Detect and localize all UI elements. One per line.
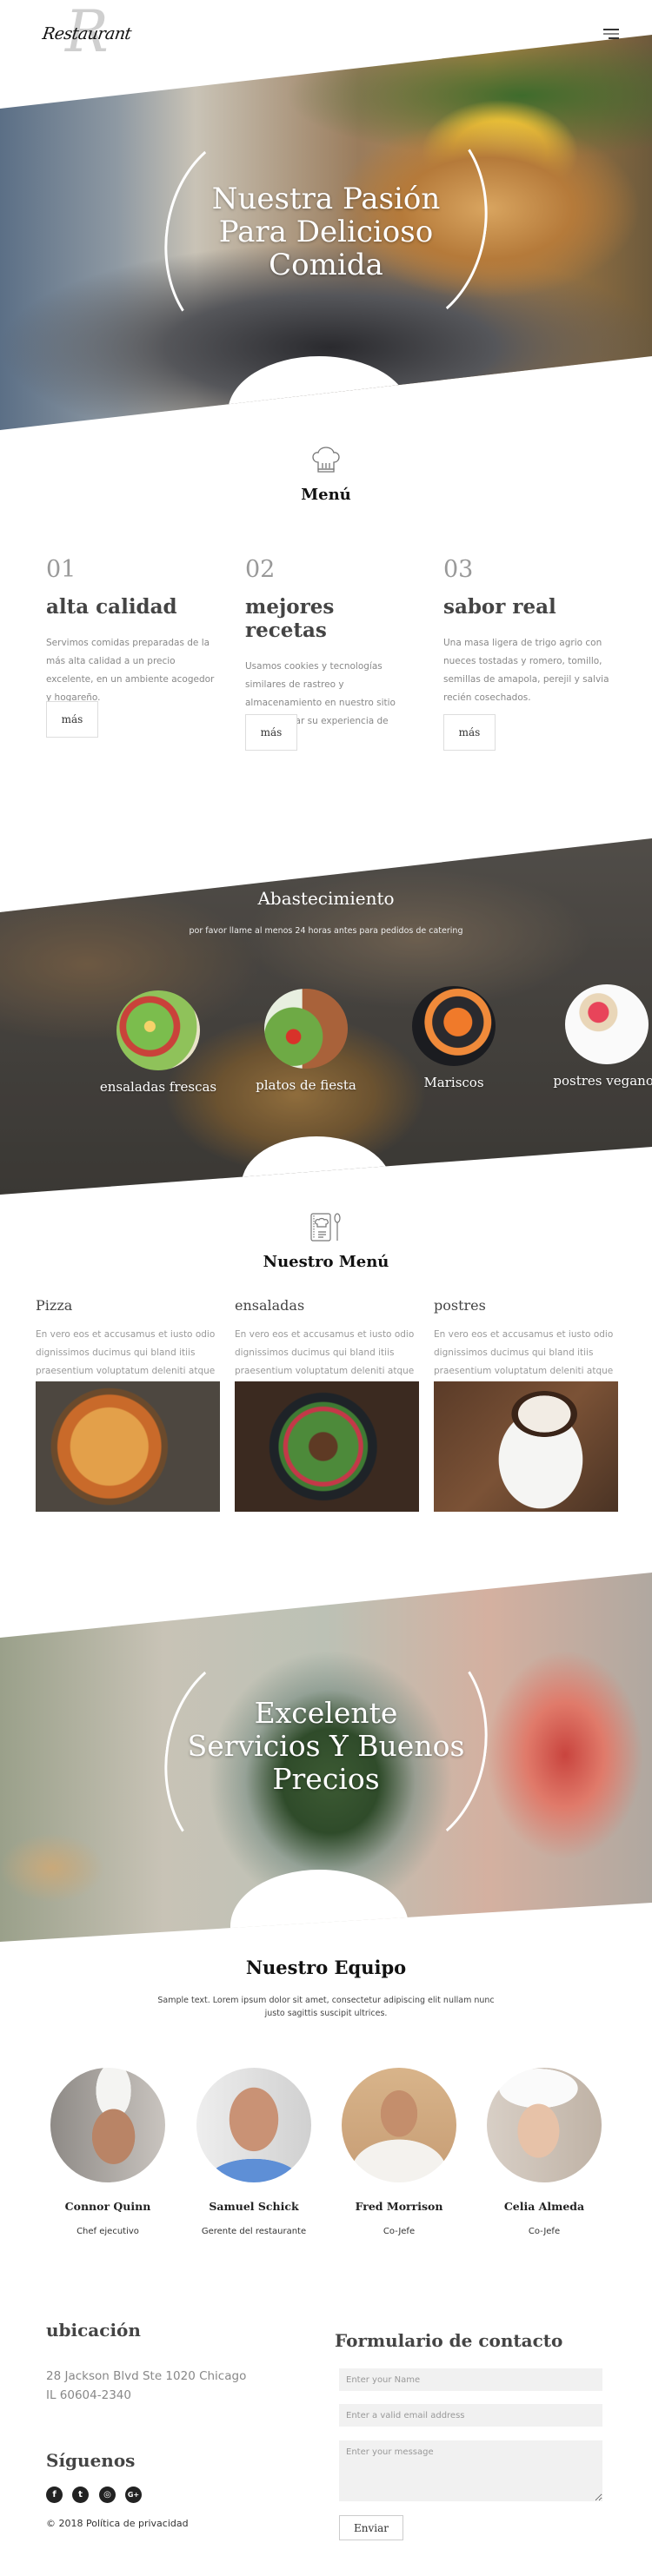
services-banner: Excelente Servicios Y Buenos Precios [0,1573,652,1942]
vegan-desserts-image [565,984,649,1064]
message-input[interactable] [339,2440,602,2501]
catering-item[interactable]: platos de fiesta [236,989,376,1093]
send-button[interactable]: Enviar [339,2515,403,2540]
feature-title: mejores recetas [245,595,335,642]
catering-title: Abastecimiento [257,888,395,909]
catering-item-label: platos de fiesta [256,1077,356,1093]
hero-title: Nuestra Pasión Para Delicioso Comida [211,182,441,282]
member-role: Gerente del restaurante [201,2227,307,2236]
dish-title: Pizza [36,1297,73,1314]
hamburger-icon-line [609,37,619,39]
catering-item-label: ensaladas frescas [99,1079,217,1095]
google-plus-icon[interactable]: G+ [125,2487,142,2503]
member-photo [487,2068,602,2182]
feature-desc: Servimos comidas preparadas de la más al… [46,638,215,703]
feature-card: 01 alta calidad Servimos comidas prepara… [46,556,220,707]
party-dishes-image [264,989,348,1069]
address-line-2: IL 60604-2340 [46,2388,131,2402]
hamburger-icon [603,29,619,30]
catering-item-label: Mariscos [423,1075,484,1090]
member-name: Samuel Schick [209,2200,299,2213]
member-role: Co-Jefe [528,2227,561,2236]
feature-title: alta calidad [46,595,177,619]
member-photo [50,2068,165,2182]
team-title: Nuestro Equipo [245,1957,407,1978]
hamburger-icon-line [603,33,619,35]
feature-number: 03 [443,556,474,583]
catering-item[interactable]: Mariscos [384,986,523,1090]
team-member: Connor Quinn Chef ejecutivo [43,2068,173,2236]
facebook-icon[interactable]: f [46,2487,63,2503]
more-button[interactable]: más [443,714,496,751]
follow-title: Síguenos [46,2450,136,2471]
dish-title: ensaladas [235,1297,305,1314]
team-subtitle: Sample text. Lorem ipsum dolor sit amet,… [157,1996,495,2018]
copyright-text[interactable]: © 2018 Política de privacidad [46,2518,189,2529]
salad-image [235,1381,419,1512]
twitter-icon[interactable]: t [72,2487,89,2503]
address-line-1: 28 Jackson Blvd Ste 1020 Chicago [46,2369,247,2383]
site-header: R Restaurant [0,0,652,70]
member-photo [342,2068,456,2182]
member-role: Chef ejecutivo [77,2227,139,2236]
team-member: Celia Almeda Co-Jefe [479,2068,609,2236]
feature-desc: Una masa ligera de trigo agrio con nuece… [443,638,609,703]
catering-item-label: postres veganos [553,1073,652,1089]
feature-title: sabor real [443,595,556,619]
banner-title: Excelente Servicios Y Buenos Precios [187,1696,465,1796]
team-member: Fred Morrison Co-Jefe [334,2068,464,2236]
our-menu-title: Nuestro Menú [263,1253,389,1271]
feature-card: 03 sabor real Una masa ligera de trigo a… [443,556,617,707]
seafood-image [412,986,496,1066]
logo-text: Restaurant [41,24,133,43]
dish-card: postres En vero eos et accusamus et iust… [434,1297,618,1512]
dessert-image [434,1381,618,1512]
catering-subtitle: por favor llame al menos 24 horas antes … [189,926,463,936]
member-name: Connor Quinn [64,2200,151,2213]
catering-item[interactable]: ensaladas frescas [89,990,228,1095]
catering-section: Abastecimiento por favor llame al menos … [0,838,652,1195]
location-title: ubicación [46,2320,141,2341]
dish-card: Pizza En vero eos et accusamus et iusto … [36,1297,220,1512]
feature-number: 01 [46,556,77,583]
member-name: Celia Almeda [503,2200,585,2213]
logo[interactable]: R Restaurant [39,3,143,61]
menu-book-icon [309,1210,343,1245]
pizza-image [36,1381,220,1512]
more-button[interactable]: más [245,714,297,751]
chef-hat-icon [309,443,343,478]
name-input[interactable] [339,2368,602,2391]
feature-number: 02 [245,556,276,583]
instagram-icon[interactable]: ◎ [99,2487,116,2503]
catering-item[interactable]: postres veganos [537,984,652,1089]
menu-section-title: Menú [301,486,351,504]
contact-form-title: Formulario de contacto [335,2330,563,2351]
member-name: Fred Morrison [355,2200,443,2213]
hamburger-menu-button[interactable] [600,26,619,40]
more-button[interactable]: más [46,701,98,738]
team-member: Samuel Schick Gerente del restaurante [189,2068,319,2236]
member-photo [196,2068,311,2182]
dish-card: ensaladas En vero eos et accusamus et iu… [235,1297,419,1512]
member-role: Co-Jefe [383,2227,416,2236]
dish-title: postres [434,1297,486,1314]
fresh-salads-image [116,990,200,1070]
hero-section: Nuestra Pasión Para Delicioso Comida [0,35,652,430]
email-input[interactable] [339,2404,602,2427]
